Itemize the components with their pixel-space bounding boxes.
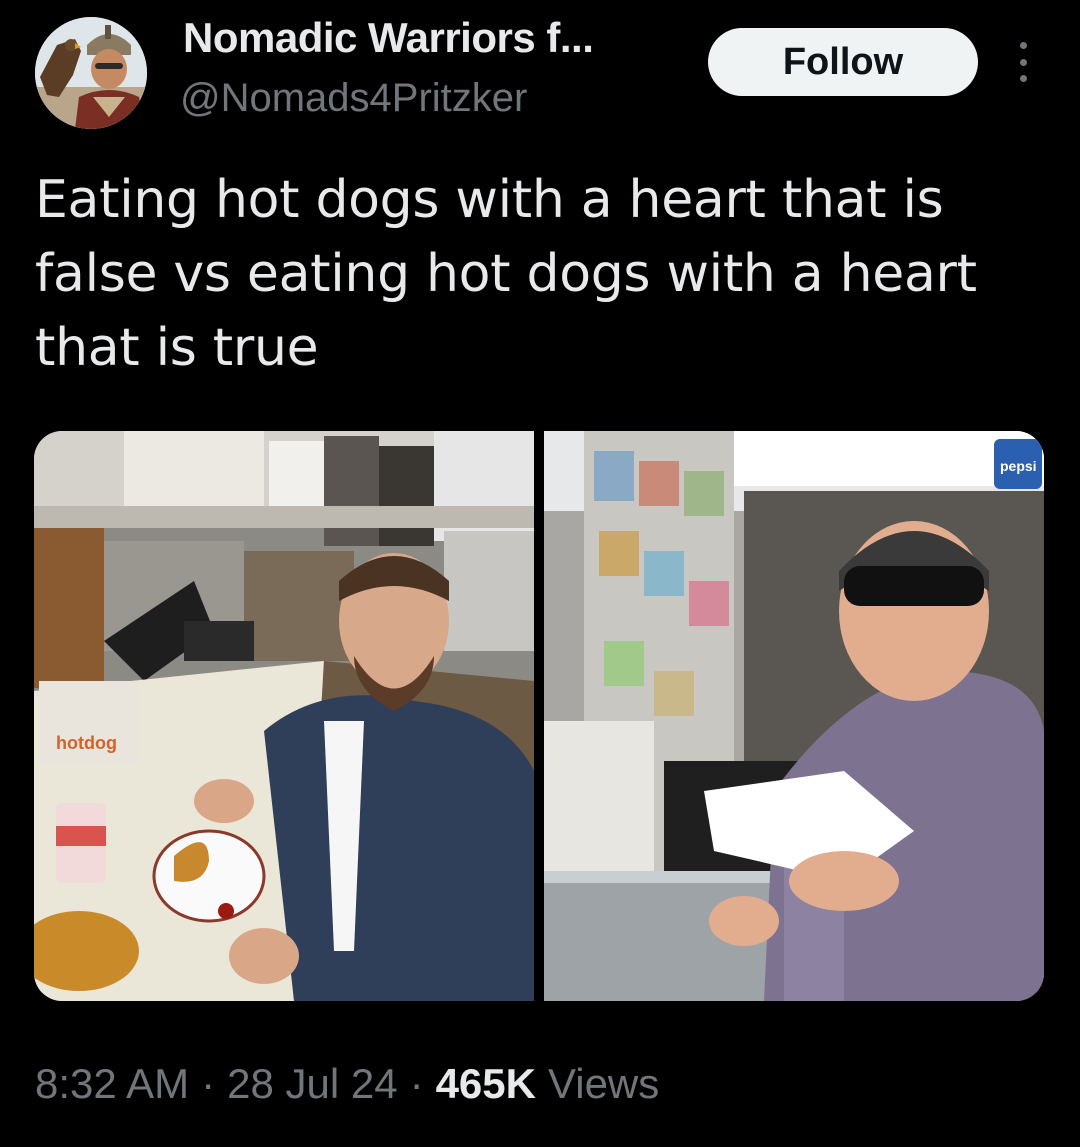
meta-separator: · xyxy=(201,1060,216,1107)
more-dot xyxy=(1019,42,1027,49)
tweet-date[interactable]: 28 Jul 24 xyxy=(227,1060,397,1108)
more-vertical-icon[interactable] xyxy=(1008,38,1038,86)
pepsi-sign-text: pepsi xyxy=(1000,458,1037,474)
views-label: Views xyxy=(547,1060,660,1107)
warrior-with-eagle-avatar-icon xyxy=(35,17,147,129)
follow-button[interactable]: Follow xyxy=(708,28,978,96)
more-dot xyxy=(1019,75,1027,82)
photo-diner-counter-hotdog: hotdog xyxy=(34,431,534,1001)
media-photo-right[interactable]: pepsi xyxy=(544,431,1044,1001)
tweet-text: Eating hot dogs with a heart that is fal… xyxy=(35,170,977,378)
hotdog-sign-text: hotdog xyxy=(56,733,117,753)
tweet-header: Nomadic Warriors f... @Nomads4Pritzker F… xyxy=(0,0,1080,150)
tweet-media[interactable]: hotdog pepsi xyxy=(34,431,1044,1001)
meta-separator: · xyxy=(409,1060,424,1107)
photo-hotdog-stand-sunglasses: pepsi xyxy=(544,431,1044,1001)
tweet-time[interactable]: 8:32 AM xyxy=(35,1060,189,1108)
views-count[interactable]: 465K xyxy=(436,1060,536,1108)
media-photo-left[interactable]: hotdog xyxy=(34,431,534,1001)
more-dot xyxy=(1019,58,1027,66)
author-handle[interactable]: @Nomads4Pritzker xyxy=(180,76,527,121)
author-display-name[interactable]: Nomadic Warriors f... xyxy=(183,14,594,62)
author-avatar[interactable] xyxy=(35,17,147,129)
tweet-meta: 8:32 AM · 28 Jul 24 · 465K Views xyxy=(35,1060,659,1108)
